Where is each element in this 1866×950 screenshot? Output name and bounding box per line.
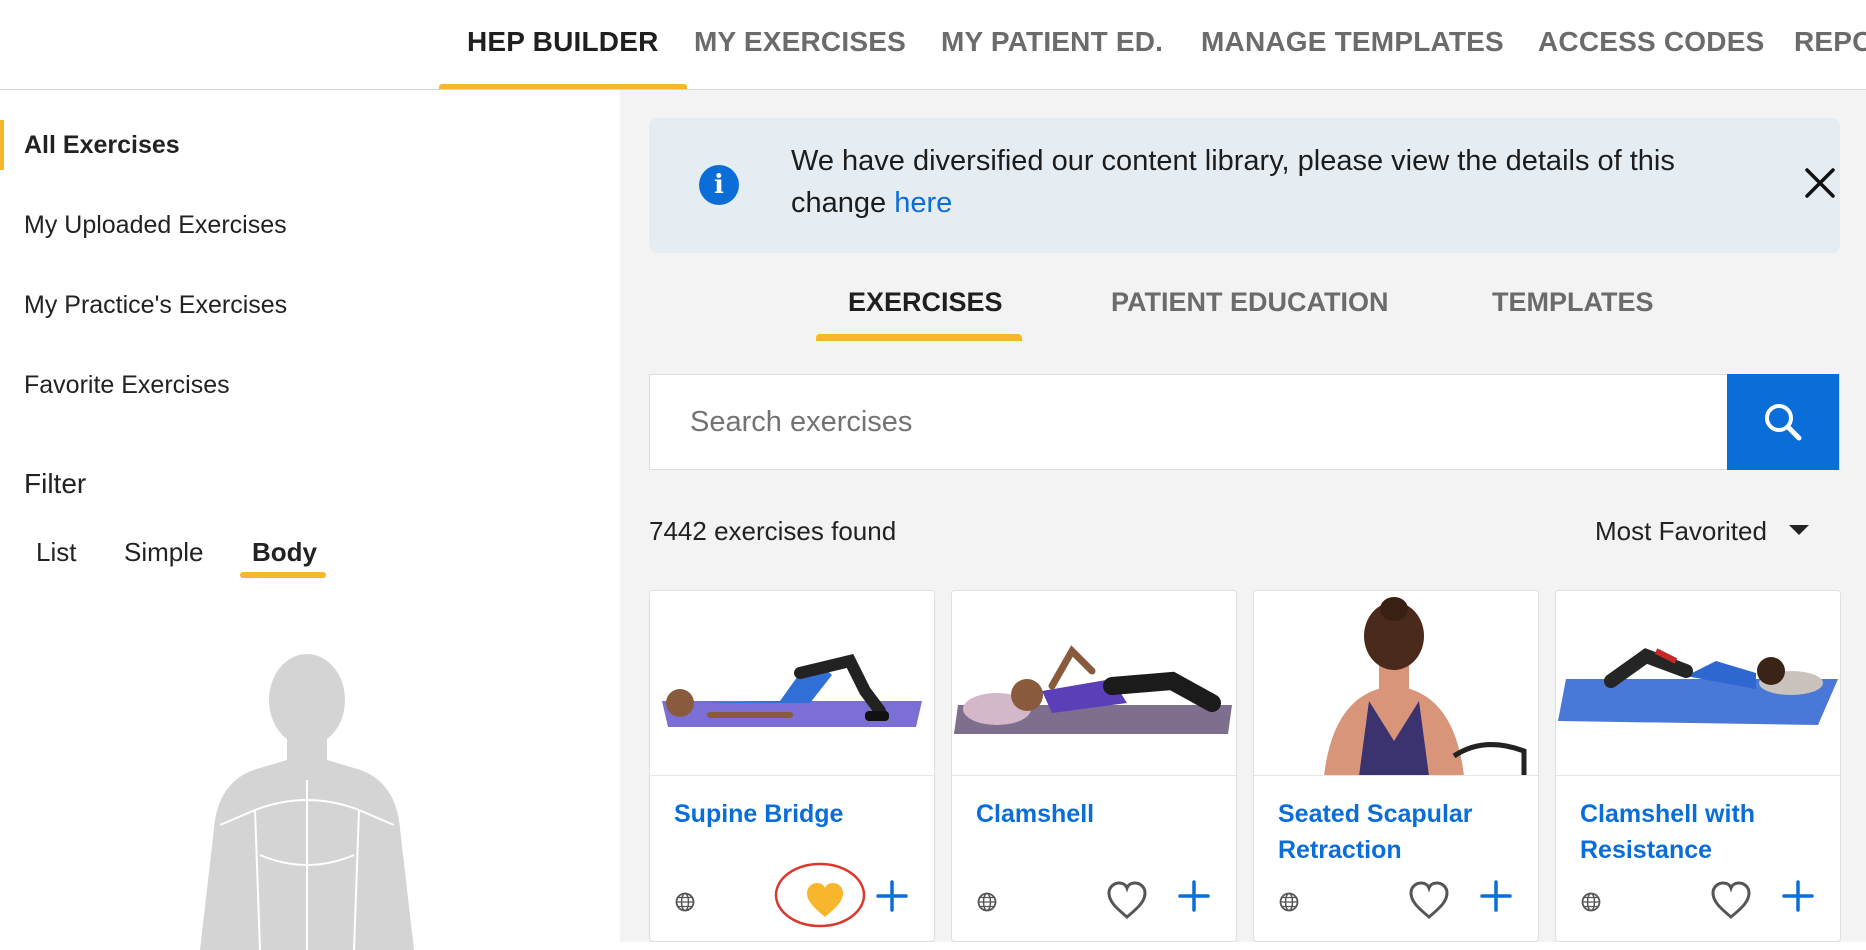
- nav-tab-label: MANAGE TEMPLATES: [1201, 26, 1504, 57]
- add-icon[interactable]: [872, 876, 912, 916]
- sidebar-item-label: My Practice's Exercises: [24, 291, 288, 319]
- nav-tab-hep-builder[interactable]: HEP BUILDER: [439, 0, 687, 89]
- search-bar: [649, 374, 1840, 470]
- filter-tab-list[interactable]: List: [36, 537, 76, 568]
- search-icon: [1765, 404, 1802, 441]
- nav-tab-my-exercises[interactable]: MY EXERCISES: [694, 0, 906, 89]
- filter-tab-body[interactable]: Body: [252, 537, 317, 568]
- nav-tab-label: HEP BUILDER: [467, 26, 659, 57]
- heart-outline-icon[interactable]: [1399, 871, 1459, 931]
- exercise-card[interactable]: Clamshell: [951, 590, 1237, 942]
- exercise-card[interactable]: Clamshell with Resistance: [1555, 590, 1841, 942]
- exercise-title[interactable]: Seated Scapular Retraction: [1278, 796, 1523, 868]
- sidebar-item-label: Favorite Exercises: [24, 371, 230, 399]
- info-banner: i We have diversified our content librar…: [649, 118, 1840, 253]
- globe-icon: [977, 892, 997, 912]
- add-icon[interactable]: [1778, 876, 1818, 916]
- add-icon[interactable]: [1174, 876, 1214, 916]
- caret-down-icon: [1788, 525, 1809, 536]
- exercise-thumbnail: [952, 591, 1236, 776]
- exercise-thumbnail: [1556, 591, 1840, 776]
- nav-tab-label: MY PATIENT ED.: [941, 26, 1164, 57]
- nav-tab-label: MY EXERCISES: [694, 26, 906, 57]
- globe-icon: [675, 892, 695, 912]
- heart-outline-icon[interactable]: [1701, 871, 1761, 931]
- sidebar: All Exercises My Uploaded Exercises My P…: [0, 90, 620, 950]
- sidebar-item-all-exercises[interactable]: All Exercises: [0, 110, 620, 180]
- tab-exercises[interactable]: EXERCISES: [848, 287, 1003, 318]
- main-content: i We have diversified our content librar…: [620, 90, 1866, 942]
- nav-tab-label: REPO: [1794, 26, 1866, 57]
- content-tab-active-indicator: [816, 334, 1022, 341]
- search-input[interactable]: [650, 375, 1730, 469]
- nav-tab-reports[interactable]: REPO: [1794, 0, 1866, 89]
- tab-patient-education[interactable]: PATIENT EDUCATION: [1111, 287, 1389, 318]
- nav-tab-access-codes[interactable]: ACCESS CODES: [1538, 0, 1765, 89]
- exercise-title[interactable]: Clamshell: [976, 796, 1221, 832]
- heart-outline-icon[interactable]: [1097, 871, 1157, 931]
- exercise-thumbnail: [1254, 591, 1538, 776]
- globe-icon: [1279, 892, 1299, 912]
- sidebar-item-my-uploaded-exercises[interactable]: My Uploaded Exercises: [0, 190, 620, 260]
- banner-link[interactable]: here: [894, 187, 952, 219]
- exercise-card[interactable]: Seated Scapular Retraction: [1253, 590, 1539, 942]
- sidebar-item-label: My Uploaded Exercises: [24, 211, 287, 239]
- exercise-title[interactable]: Supine Bridge: [674, 796, 919, 832]
- filter-heading: Filter: [24, 468, 87, 499]
- highlight-ring: [774, 862, 866, 928]
- info-icon: i: [699, 165, 739, 205]
- results-count: 7442 exercises found: [649, 516, 897, 546]
- sidebar-item-label: All Exercises: [24, 131, 180, 159]
- nav-tab-my-patient-ed[interactable]: MY PATIENT ED.: [941, 0, 1164, 89]
- banner-message: We have diversified our content library,…: [791, 140, 1711, 224]
- close-icon[interactable]: [1801, 158, 1839, 208]
- search-button[interactable]: [1727, 374, 1839, 470]
- exercise-thumbnail: [650, 591, 934, 776]
- sidebar-item-my-practices-exercises[interactable]: My Practice's Exercises: [0, 270, 620, 340]
- nav-tab-manage-templates[interactable]: MANAGE TEMPLATES: [1201, 0, 1504, 89]
- nav-tab-label: ACCESS CODES: [1538, 26, 1765, 57]
- top-navigation: HEP BUILDER MY EXERCISES MY PATIENT ED. …: [0, 0, 1866, 90]
- body-map-figure[interactable]: [160, 650, 460, 950]
- globe-icon: [1581, 892, 1601, 912]
- exercise-title[interactable]: Clamshell with Resistance: [1580, 796, 1825, 868]
- add-icon[interactable]: [1476, 876, 1516, 916]
- tab-templates[interactable]: TEMPLATES: [1492, 287, 1654, 318]
- sort-dropdown[interactable]: Most Favorited: [1595, 516, 1809, 547]
- filter-tab-simple[interactable]: Simple: [124, 537, 203, 568]
- sort-label: Most Favorited: [1595, 516, 1767, 546]
- sidebar-item-favorite-exercises[interactable]: Favorite Exercises: [0, 350, 620, 420]
- filter-active-indicator: [240, 572, 326, 578]
